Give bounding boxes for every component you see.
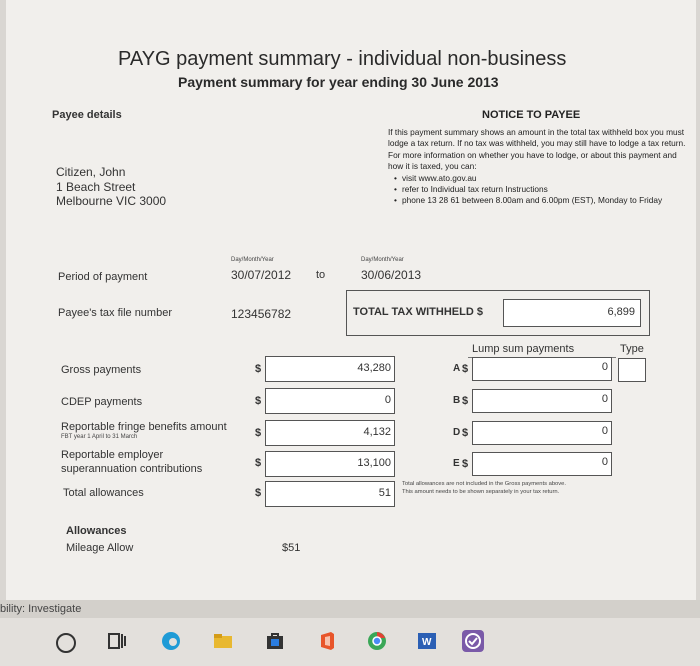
cdep-payments-value: 0 — [384, 394, 391, 406]
employer-super-label-line1: Reportable employer — [61, 449, 164, 461]
lump-sum-d-value: 0 — [601, 425, 608, 437]
fringe-dollar-sign: $ — [255, 427, 262, 439]
period-of-payment-label: Period of payment — [58, 271, 148, 283]
lump-b-letter: B — [453, 395, 461, 406]
lump-a-letter: A — [453, 363, 461, 374]
payment-summary-document: PAYG payment summary - individual non-bu… — [6, 0, 696, 600]
allowances-note-line2: This amount needs to be shown separately… — [402, 489, 560, 495]
tax-file-number-value: 123456782 — [231, 307, 292, 321]
lump-sum-a-field[interactable]: 0 — [472, 357, 612, 381]
lump-sum-b-field[interactable]: 0 — [472, 389, 612, 413]
notice-to-payee: If this payment summary shows an amount … — [388, 127, 688, 205]
total-allowances-field[interactable]: 51 — [265, 481, 395, 507]
allowances-note-line1: Total allowances are not included in the… — [402, 481, 567, 487]
taskbar: W — [0, 618, 700, 666]
cdep-dollar-sign: $ — [255, 395, 262, 407]
lump-e-dollar: $ — [462, 458, 469, 470]
word-icon[interactable]: W — [416, 630, 438, 652]
page-title: PAYG payment summary - individual non-bu… — [118, 48, 567, 70]
checkmark-app-icon[interactable] — [462, 630, 484, 652]
allowance-item-label: Mileage Allow — [66, 542, 134, 554]
super-dollar-sign: $ — [255, 457, 262, 469]
payee-address-line1: 1 Beach Street — [56, 180, 136, 194]
notice-paragraph-2: For more information on whether you have… — [388, 150, 677, 171]
lump-sum-header: Lump sum payments — [472, 343, 575, 355]
lump-sum-d-field[interactable]: 0 — [472, 421, 612, 445]
status-bar: bility: Investigate — [0, 600, 700, 618]
edge-icon[interactable] — [160, 630, 182, 652]
fringe-benefits-value: 4,132 — [363, 426, 391, 438]
tax-file-number-label: Payee's tax file number — [58, 307, 172, 319]
lump-type-field[interactable] — [618, 358, 646, 382]
cdep-payments-field[interactable]: 0 — [265, 388, 395, 414]
gross-payments-label: Gross payments — [61, 364, 142, 376]
lump-sum-a-value: 0 — [601, 361, 608, 373]
cdep-payments-label: CDEP payments — [61, 396, 143, 408]
total-tax-withheld-label: TOTAL TAX WITHHELD $ — [353, 306, 483, 318]
type-header: Type — [620, 343, 644, 355]
lump-sum-e-value: 0 — [601, 456, 608, 468]
notice-bullet-instructions: refer to Individual tax return Instructi… — [394, 184, 688, 195]
status-bar-text: bility: Investigate — [0, 603, 82, 615]
store-icon[interactable] — [264, 630, 286, 652]
gross-dollar-sign: $ — [255, 363, 262, 375]
gross-payments-value: 43,280 — [357, 362, 391, 374]
period-from-caption: Day/Month/Year — [231, 257, 274, 263]
lump-d-letter: D — [453, 427, 461, 438]
gross-payments-field[interactable]: 43,280 — [265, 356, 395, 382]
payee-name: Citizen, John — [56, 165, 126, 179]
notice-list: visit www.ato.gov.au refer to Individual… — [388, 173, 688, 205]
total-tax-withheld-field[interactable]: 6,899 — [503, 299, 641, 327]
notice-bullet-phone: phone 13 28 61 between 8.00am and 6.00pm… — [394, 195, 688, 206]
total-allowances-value: 51 — [378, 487, 391, 499]
page-subtitle: Payment summary for year ending 30 June … — [178, 74, 499, 90]
total-tax-withheld-panel: TOTAL TAX WITHHELD $ 6,899 — [346, 290, 650, 336]
chrome-icon[interactable] — [366, 630, 388, 652]
notice-bullet-website: visit www.ato.gov.au — [394, 173, 688, 184]
lump-b-dollar: $ — [462, 395, 469, 407]
allowances-dollar-sign: $ — [255, 487, 262, 499]
lump-a-dollar: $ — [462, 363, 469, 375]
fringe-benefits-caption: FBT year 1 April to 31 March — [61, 434, 138, 440]
notice-paragraph-1: If this payment summary shows an amount … — [388, 127, 686, 148]
period-from-value: 30/07/2012 — [231, 268, 292, 282]
lump-sum-e-field[interactable]: 0 — [472, 452, 612, 476]
payee-address-line2: Melbourne VIC 3000 — [56, 194, 167, 208]
employer-super-value: 13,100 — [357, 457, 391, 469]
total-tax-withheld-value: 6,899 — [607, 306, 635, 318]
lump-e-letter: E — [453, 458, 460, 469]
office-icon[interactable] — [316, 630, 338, 652]
fringe-benefits-label: Reportable fringe benefits amount — [61, 421, 227, 433]
employer-super-field[interactable]: 13,100 — [265, 451, 395, 477]
search-circle-icon[interactable] — [56, 633, 76, 653]
notice-title: NOTICE TO PAYEE — [482, 109, 581, 121]
file-explorer-icon[interactable] — [212, 630, 234, 652]
employer-super-label-line2: superannuation contributions — [61, 463, 203, 475]
allowances-heading: Allowances — [66, 525, 127, 537]
period-to-value: 30/06/2013 — [361, 268, 422, 282]
allowance-item-value: $51 — [282, 542, 301, 554]
payee-details-label: Payee details — [52, 109, 122, 121]
lump-d-dollar: $ — [462, 427, 469, 439]
task-view-icon[interactable] — [106, 630, 128, 652]
fringe-benefits-field[interactable]: 4,132 — [265, 420, 395, 446]
lump-sum-b-value: 0 — [601, 393, 608, 405]
period-to-caption: Day/Month/Year — [361, 257, 404, 263]
total-allowances-label: Total allowances — [63, 487, 144, 499]
svg-text:W: W — [422, 637, 432, 648]
period-to-word: to — [316, 269, 326, 281]
